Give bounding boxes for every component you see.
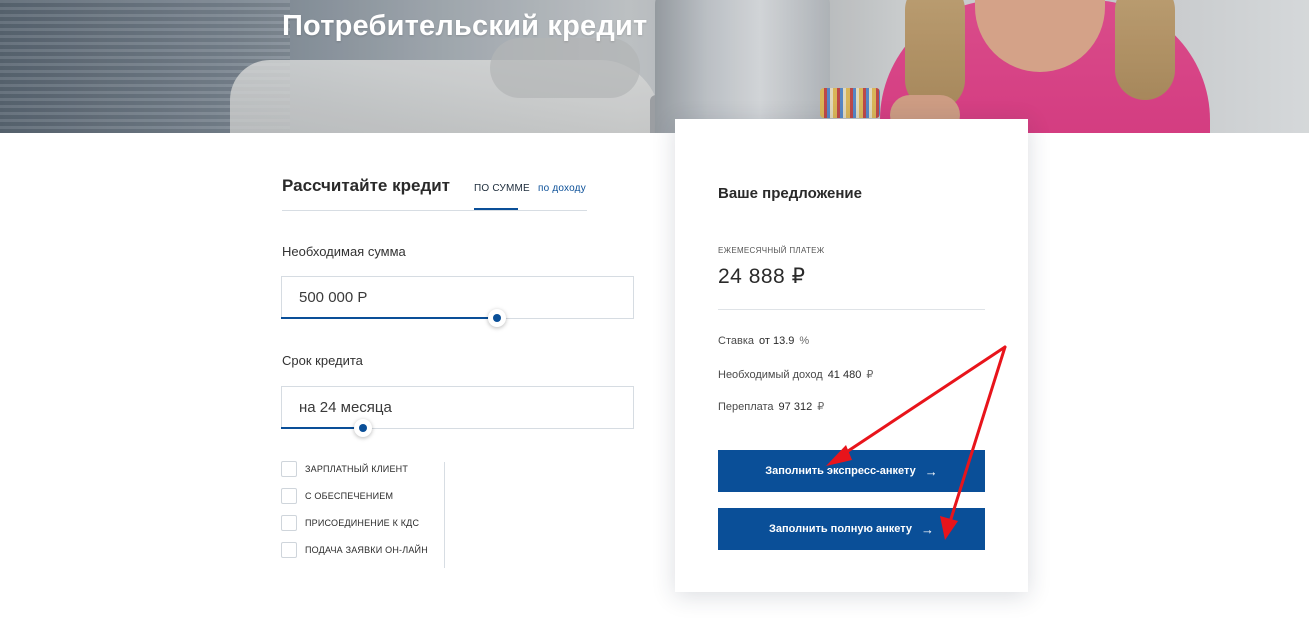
express-application-label: Заполнить экспресс-анкету bbox=[765, 465, 916, 477]
income-unit: ₽ bbox=[866, 369, 874, 381]
option-checkbox[interactable] bbox=[281, 515, 297, 531]
tab-by-sum[interactable]: ПО СУММЕ bbox=[474, 183, 530, 194]
rate-label: Ставка bbox=[718, 335, 754, 347]
income-label: Необходимый доход bbox=[718, 369, 823, 381]
overpay-value: 97 312 bbox=[778, 401, 813, 413]
term-slider-handle[interactable] bbox=[354, 419, 372, 437]
offer-divider bbox=[718, 309, 985, 310]
tabs-divider bbox=[282, 210, 587, 211]
offer-card: Ваше предложение ЕЖЕМЕСЯЧНЫЙ ПЛАТЕЖ 24 8… bbox=[675, 119, 1028, 592]
term-slider-track[interactable] bbox=[281, 427, 363, 429]
option-online-application[interactable]: ПОДАЧА ЗАЯВКИ ОН-ЛАЙН bbox=[281, 542, 428, 558]
overpay-label: Переплата bbox=[718, 401, 774, 413]
amount-label: Необходимая сумма bbox=[282, 244, 406, 259]
term-label: Срок кредита bbox=[282, 353, 363, 368]
option-checkbox[interactable] bbox=[281, 461, 297, 477]
term-input[interactable] bbox=[282, 387, 633, 428]
rate-row: Ставка от 13.9% bbox=[718, 335, 809, 347]
amount-input[interactable] bbox=[282, 277, 633, 318]
hero-shade bbox=[0, 0, 1309, 133]
option-salary-client[interactable]: ЗАРПЛАТНЫЙ КЛИЕНТ bbox=[281, 461, 408, 477]
full-application-label: Заполнить полную анкету bbox=[768, 523, 912, 535]
amount-slider-handle[interactable] bbox=[488, 309, 506, 327]
hero-banner: Потребительский кредит bbox=[0, 0, 1309, 133]
option-label: С ОБЕСПЕЧЕНИЕМ bbox=[305, 491, 394, 501]
overpay-row: Переплата 97 312 ₽ bbox=[718, 400, 824, 413]
option-with-collateral[interactable]: С ОБЕСПЕЧЕНИЕМ bbox=[281, 488, 393, 504]
express-application-button[interactable]: Заполнить экспресс-анкету → bbox=[718, 450, 985, 492]
option-label: ПОДАЧА ЗАЯВКИ ОН-ЛАЙН bbox=[305, 545, 428, 555]
option-label: ЗАРПЛАТНЫЙ КЛИЕНТ bbox=[305, 464, 409, 474]
option-label: ПРИСОЕДИНЕНИЕ К КДС bbox=[305, 518, 420, 528]
term-field bbox=[281, 386, 634, 429]
option-kds[interactable]: ПРИСОЕДИНЕНИЕ К КДС bbox=[281, 515, 419, 531]
option-checkbox[interactable] bbox=[281, 488, 297, 504]
arrow-right-icon: → bbox=[924, 463, 938, 479]
page-title: Потребительский кредит bbox=[282, 10, 648, 42]
rate-unit: % bbox=[799, 335, 810, 347]
income-row: Необходимый доход 41 480 ₽ bbox=[718, 368, 873, 381]
option-checkbox[interactable] bbox=[281, 542, 297, 558]
offer-title: Ваше предложение bbox=[718, 185, 862, 202]
monthly-payment-label: ЕЖЕМЕСЯЧНЫЙ ПЛАТЕЖ bbox=[718, 246, 825, 255]
full-application-button[interactable]: Заполнить полную анкету → bbox=[718, 508, 985, 550]
amount-field bbox=[281, 276, 634, 319]
rate-value: от 13.9 bbox=[759, 335, 795, 347]
calculator-title: Рассчитайте кредит bbox=[282, 176, 451, 195]
amount-slider-track[interactable] bbox=[281, 317, 497, 319]
tab-by-income[interactable]: по доходу bbox=[538, 183, 586, 194]
income-value: 41 480 bbox=[827, 369, 862, 381]
overpay-unit: ₽ bbox=[817, 401, 825, 413]
options-divider bbox=[444, 462, 445, 568]
arrow-right-icon: → bbox=[921, 521, 934, 537]
monthly-payment-value: 24 888 ₽ bbox=[718, 265, 806, 288]
active-tab-indicator bbox=[474, 208, 518, 210]
